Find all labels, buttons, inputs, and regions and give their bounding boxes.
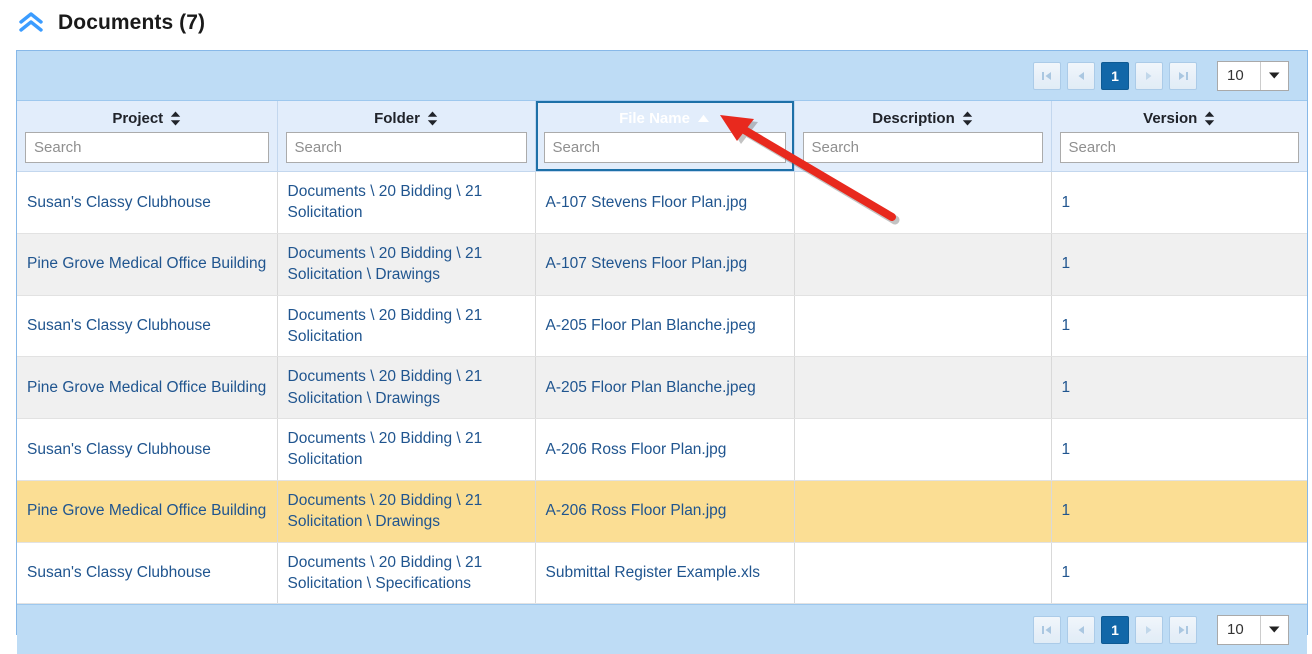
column-header-label: Version	[1052, 101, 1308, 132]
search-input-file-name[interactable]	[543, 132, 786, 163]
column-title: Description	[872, 109, 955, 127]
column-header-folder[interactable]: Folder	[277, 101, 536, 172]
page-number-1[interactable]: 1	[1101, 615, 1129, 644]
cell-file-name: A-205 Floor Plan Blanche.jpeg	[535, 356, 795, 419]
cell-project: Susan's Classy Clubhouse	[17, 418, 278, 481]
page-size-select-top[interactable]: 10	[1217, 60, 1289, 91]
next-page-button[interactable]	[1135, 615, 1163, 644]
cell-folder: Documents \ 20 Bidding \ 21 Solicitation	[277, 171, 536, 234]
chevron-down-icon[interactable]	[1260, 61, 1288, 90]
column-header-file-name[interactable]: File Name	[535, 101, 795, 172]
page-title: Documents (7)	[58, 11, 206, 34]
table-row[interactable]: Susan's Classy Clubhouse Documents \ 20 B…	[17, 295, 1307, 358]
cell-version: 1	[1051, 233, 1307, 296]
column-title: Version	[1143, 109, 1198, 127]
column-search-wrap	[1052, 132, 1308, 171]
cell-version: 1	[1051, 295, 1307, 358]
cell-version: 1	[1051, 356, 1307, 419]
table-header-row: Project Folder	[17, 101, 1307, 172]
search-input-project[interactable]	[25, 132, 269, 163]
page-size-value: 10	[1227, 621, 1244, 639]
first-page-button[interactable]	[1033, 61, 1061, 90]
cell-file-name: Submittal Register Example.xls	[535, 542, 795, 605]
cell-version: 1	[1051, 171, 1307, 234]
page-size-value: 10	[1227, 67, 1244, 84]
cell-version: 1	[1051, 480, 1307, 543]
chevron-down-icon[interactable]	[1260, 615, 1288, 644]
column-header-version[interactable]: Version	[1051, 101, 1307, 172]
cell-file-name: A-206 Ross Floor Plan.jpg	[535, 480, 795, 543]
column-header-label: Project	[17, 101, 277, 132]
cell-folder: Documents \ 20 Bidding \ 21 Solicitation…	[277, 233, 536, 296]
column-title: Project	[112, 109, 164, 127]
cell-description	[794, 295, 1052, 358]
cell-description	[794, 542, 1052, 605]
sort-both-icon[interactable]	[427, 111, 438, 126]
cell-description	[794, 418, 1052, 481]
last-page-button[interactable]	[1169, 61, 1197, 90]
column-search-wrap	[536, 132, 794, 171]
sort-ascending-icon[interactable]	[697, 114, 710, 123]
pager-top: 1 10	[17, 51, 1307, 101]
table-row[interactable]: Susan's Classy Clubhouse Documents \ 20 B…	[17, 542, 1307, 605]
table-row[interactable]: Pine Grove Medical Office Building Docume…	[17, 356, 1307, 419]
cell-project: Susan's Classy Clubhouse	[17, 542, 278, 605]
cell-folder: Documents \ 20 Bidding \ 21 Solicitation…	[277, 542, 536, 605]
cell-description	[794, 233, 1052, 296]
search-input-description[interactable]	[802, 132, 1043, 163]
cell-project: Susan's Classy Clubhouse	[17, 171, 278, 234]
cell-folder: Documents \ 20 Bidding \ 21 Solicitation	[277, 418, 536, 481]
column-title: Folder	[374, 109, 420, 127]
double-chevron-up-icon[interactable]	[16, 8, 46, 38]
cell-file-name: A-107 Stevens Floor Plan.jpg	[535, 171, 795, 234]
column-header-label: File Name	[536, 101, 794, 132]
column-search-wrap	[795, 132, 1051, 171]
cell-project: Susan's Classy Clubhouse	[17, 295, 278, 358]
cell-description	[794, 480, 1052, 543]
table-body: Susan's Classy Clubhouse Documents \ 20 B…	[17, 171, 1307, 605]
cell-project: Pine Grove Medical Office Building	[17, 356, 278, 419]
column-search-wrap	[278, 132, 535, 171]
cell-project: Pine Grove Medical Office Building	[17, 480, 278, 543]
sort-both-icon[interactable]	[170, 111, 181, 126]
cell-version: 1	[1051, 542, 1307, 605]
cell-folder: Documents \ 20 Bidding \ 21 Solicitation	[277, 295, 536, 358]
previous-page-button[interactable]	[1067, 615, 1095, 644]
cell-file-name: A-107 Stevens Floor Plan.jpg	[535, 233, 795, 296]
previous-page-button[interactable]	[1067, 61, 1095, 90]
last-page-button[interactable]	[1169, 615, 1197, 644]
page-number-1[interactable]: 1	[1101, 61, 1129, 90]
next-page-button[interactable]	[1135, 61, 1163, 90]
search-input-folder[interactable]	[285, 132, 527, 163]
page-size-select-bottom[interactable]: 10	[1217, 614, 1289, 645]
cell-project: Pine Grove Medical Office Building	[17, 233, 278, 296]
column-search-wrap	[17, 132, 277, 171]
column-header-project[interactable]: Project	[17, 101, 278, 172]
table-row[interactable]: Pine Grove Medical Office Building Docume…	[17, 233, 1307, 296]
cell-file-name: A-205 Floor Plan Blanche.jpeg	[535, 295, 795, 358]
cell-description	[794, 356, 1052, 419]
column-header-label: Folder	[278, 101, 535, 132]
cell-folder: Documents \ 20 Bidding \ 21 Solicitation…	[277, 356, 536, 419]
cell-version: 1	[1051, 418, 1307, 481]
column-header-description[interactable]: Description	[794, 101, 1052, 172]
cell-file-name: A-206 Ross Floor Plan.jpg	[535, 418, 795, 481]
pager-bottom: 1 10	[17, 604, 1307, 654]
table-row[interactable]: Susan's Classy Clubhouse Documents \ 20 B…	[17, 418, 1307, 481]
cell-folder: Documents \ 20 Bidding \ 21 Solicitation…	[277, 480, 536, 543]
first-page-button[interactable]	[1033, 615, 1061, 644]
sort-both-icon[interactable]	[1204, 111, 1215, 126]
table-row[interactable]: Pine Grove Medical Office Building Docume…	[17, 480, 1307, 543]
sort-both-icon[interactable]	[962, 111, 973, 126]
documents-table: Project Folder	[17, 101, 1307, 605]
column-title: File Name	[619, 109, 690, 127]
table-row[interactable]: Susan's Classy Clubhouse Documents \ 20 B…	[17, 171, 1307, 234]
search-input-version[interactable]	[1059, 132, 1299, 163]
documents-grid: 1 10 Project Search Folder Search File N…	[16, 50, 1308, 654]
cell-description	[794, 171, 1052, 234]
section-header: Documents (7)	[0, 0, 1312, 46]
column-header-label: Description	[795, 101, 1051, 132]
